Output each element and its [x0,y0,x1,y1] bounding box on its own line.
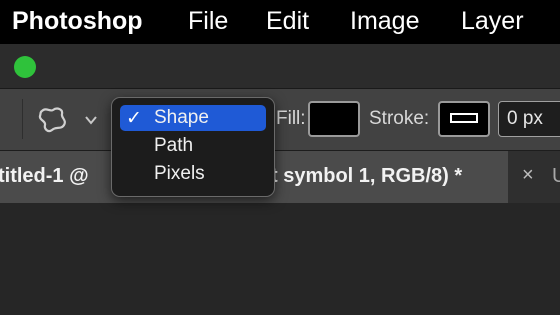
menu-image[interactable]: Image [350,7,419,36]
document-tab-inactive[interactable]: × U [508,151,560,203]
tool-mode-path[interactable]: Path [120,133,266,159]
tool-mode-shape[interactable]: ✓ Shape [120,105,266,131]
menu-file[interactable]: File [188,7,228,36]
tool-mode-label: Path [154,135,194,156]
menu-layer[interactable]: Layer [461,7,524,36]
custom-shape-icon[interactable] [36,106,70,134]
chevron-down-icon[interactable] [84,113,98,127]
close-icon[interactable]: × [522,164,534,187]
document-tab-title-start: titled-1 @ [0,165,89,187]
app-menu-photoshop[interactable]: Photoshop [12,7,143,36]
document-tab-title-end: t symbol 1, RGB/8) * [271,165,463,187]
tool-mode-label: Shape [154,107,209,128]
window-title-bar [0,44,560,89]
tool-mode-pixels[interactable]: Pixels [120,161,266,187]
canvas-area[interactable] [0,203,560,315]
stroke-preview-icon [450,113,478,123]
document-tab-inactive-title: U [552,165,560,187]
fill-label: Fill: [276,108,306,129]
menu-bar: Photoshop File Edit Image Layer [0,0,560,44]
window-zoom-button[interactable] [14,56,36,78]
menu-edit[interactable]: Edit [266,7,309,36]
options-bar: Fill: Stroke: 0 px [0,89,560,151]
stroke-label: Stroke: [369,108,430,129]
stroke-width-field[interactable]: 0 px [498,101,560,137]
stroke-swatch[interactable] [438,101,490,137]
fill-swatch[interactable] [308,101,360,137]
tool-mode-dropdown: ✓ Shape Path Pixels [111,97,275,197]
checkmark-icon: ✓ [126,108,142,129]
tool-mode-label: Pixels [154,163,205,184]
options-bar-divider [22,99,23,139]
